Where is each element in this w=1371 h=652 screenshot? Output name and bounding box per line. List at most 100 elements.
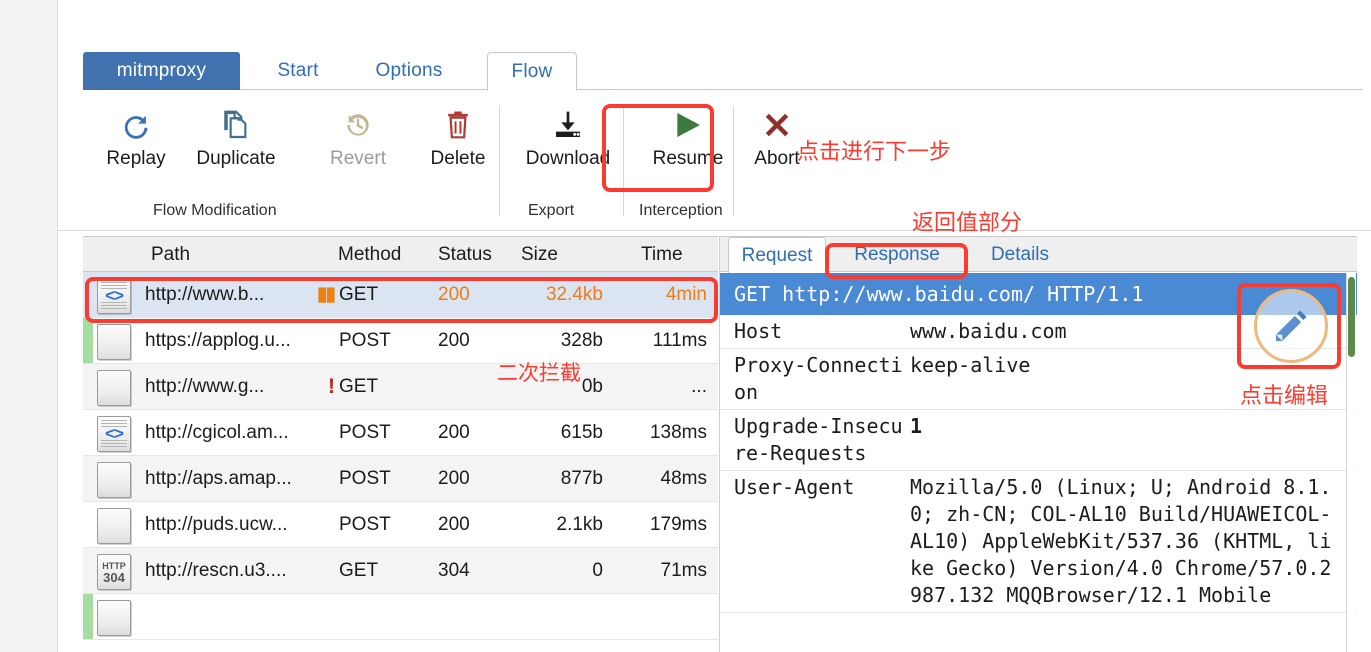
flow-list-pane: Path Method Status Size Time <> http://w…: [83, 236, 718, 652]
row-method: GET: [339, 375, 379, 397]
download-icon: [552, 104, 584, 146]
edit-flow-button[interactable]: [1247, 288, 1335, 364]
blank-doc-icon: [97, 462, 131, 498]
table-row[interactable]: <> http://www.b... ▮▮ GET 200 32.4kb 4mi…: [83, 272, 718, 318]
row-path: http://rescn.u3....: [145, 559, 287, 581]
play-icon: [670, 104, 706, 146]
duplicate-button[interactable]: Duplicate: [183, 104, 289, 178]
annotation-text-click-edit: 点击编辑: [1240, 384, 1329, 409]
tab-details[interactable]: Details: [972, 237, 1068, 273]
row-size: 615b: [560, 421, 603, 443]
row-status: 304: [438, 559, 470, 581]
column-header-size[interactable]: Size: [521, 244, 558, 266]
toolbar-divider-2: [623, 106, 624, 216]
tab-flow[interactable]: Flow: [487, 52, 577, 91]
download-button[interactable]: Download: [515, 104, 621, 178]
http304-icon: HTTP 304: [97, 554, 131, 590]
blank-doc-icon: [97, 600, 131, 636]
tab-options[interactable]: Options: [353, 52, 465, 90]
content-area: Path Method Status Size Time <> http://w…: [83, 236, 1371, 652]
scrollbar-thumb[interactable]: [1348, 277, 1355, 357]
main-tabbar: mitmproxy Start Options Flow: [83, 52, 1363, 91]
row-status: 200: [438, 329, 470, 351]
row-marker: [83, 594, 93, 639]
group-label-interception: Interception: [639, 202, 723, 219]
flow-rows: <> http://www.b... ▮▮ GET 200 32.4kb 4mi…: [83, 272, 718, 652]
header-row[interactable]: User-Agent Mozilla/5.0 (Linux; U; Androi…: [720, 471, 1357, 613]
tab-request[interactable]: Request: [728, 237, 826, 274]
detail-scrollbar[interactable]: [1346, 273, 1356, 652]
row-method: POST: [339, 421, 391, 443]
screenshot-root: mitmproxy Start Options Flow Replay Dupl…: [0, 0, 1371, 652]
table-row[interactable]: <> http://cgicol.am... POST 200 615b 138…: [83, 410, 718, 456]
column-header-status[interactable]: Status: [438, 244, 492, 266]
column-header-path[interactable]: Path: [151, 244, 190, 266]
replay-label: Replay: [106, 148, 166, 169]
table-row[interactable]: http://puds.ucw... POST 200 2.1kb 179ms: [83, 502, 718, 548]
page-gutter: [0, 0, 57, 652]
tab-mitmproxy[interactable]: mitmproxy: [83, 52, 240, 90]
duplicate-label: Duplicate: [196, 148, 276, 169]
delete-label: Delete: [430, 148, 486, 169]
edit-pencil-icon: [1254, 289, 1328, 363]
blank-doc-icon: [97, 370, 131, 406]
resume-label: Resume: [652, 148, 724, 169]
tab-details-label: Details: [990, 244, 1050, 265]
resume-button[interactable]: Resume: [635, 104, 741, 178]
row-status: 200: [438, 467, 470, 489]
header-row[interactable]: Upgrade-Insecure-Requests 1: [720, 410, 1357, 471]
delete-button[interactable]: Delete: [405, 104, 511, 178]
tab-start[interactable]: Start: [258, 52, 338, 90]
header-key: Host: [734, 319, 783, 343]
row-time: 4min: [665, 283, 707, 305]
paused-bars-icon: ▮▮: [317, 284, 336, 305]
tab-options-label: Options: [375, 60, 443, 81]
row-status: 200: [438, 513, 470, 535]
row-path: http://www.g...: [145, 375, 265, 397]
row-time: 48ms: [660, 467, 707, 489]
row-size: 32.4kb: [545, 283, 603, 305]
row-time: 179ms: [649, 513, 707, 535]
row-size: 877b: [560, 467, 603, 489]
download-label: Download: [525, 148, 611, 169]
header-key: Upgrade-Insecure-Requests: [734, 414, 903, 465]
row-method: POST: [339, 513, 391, 535]
row-time: 71ms: [660, 559, 707, 581]
header-value: Mozilla/5.0 (Linux; U; Android 8.1.0; zh…: [910, 475, 1332, 607]
tab-response-label: Response: [854, 244, 940, 265]
header-value: 1: [910, 414, 923, 438]
tab-response[interactable]: Response: [836, 237, 958, 273]
row-method: POST: [339, 467, 391, 489]
table-row[interactable]: [83, 594, 718, 640]
flow-table-header: Path Method Status Size Time: [83, 236, 718, 272]
table-row[interactable]: http://aps.amap... POST 200 877b 48ms: [83, 456, 718, 502]
tab-flow-label: Flow: [511, 60, 553, 82]
abort-label: Abort: [754, 148, 800, 169]
row-size: 328b: [560, 329, 603, 351]
row-marker: [83, 318, 93, 363]
table-row[interactable]: https://applog.u... POST 200 328b 111ms: [83, 318, 718, 364]
revert-button[interactable]: Revert: [305, 104, 411, 178]
table-row[interactable]: http://www.g... ! GET 0b ...: [83, 364, 718, 410]
request-headers: Host www.baidu.com Proxy-Connection keep…: [720, 315, 1357, 652]
group-label-export: Export: [528, 202, 575, 219]
annotation-text-return-value: 返回值部分: [912, 211, 1023, 236]
annotation-text-next-step: 点击进行下一步: [797, 140, 952, 165]
blank-doc-icon: [97, 324, 131, 360]
row-time: 111ms: [652, 329, 707, 351]
table-row[interactable]: HTTP 304 http://rescn.u3.... GET 304 0 71…: [83, 548, 718, 594]
row-method: GET: [339, 559, 379, 581]
group-label-flow-modification: Flow Modification: [153, 202, 277, 219]
tab-request-label: Request: [741, 244, 813, 266]
trash-icon: [443, 104, 473, 146]
code-doc-icon: <>: [97, 416, 131, 452]
column-header-time[interactable]: Time: [641, 244, 683, 266]
refresh-icon: [119, 104, 153, 146]
row-method: POST: [339, 329, 391, 351]
undo-icon: [342, 104, 374, 146]
detail-tabbar: Request Response Details: [720, 236, 1357, 274]
replay-button[interactable]: Replay: [83, 104, 189, 178]
column-header-method[interactable]: Method: [338, 244, 401, 266]
row-size: 0: [592, 559, 603, 581]
row-path: https://applog.u...: [145, 329, 291, 351]
